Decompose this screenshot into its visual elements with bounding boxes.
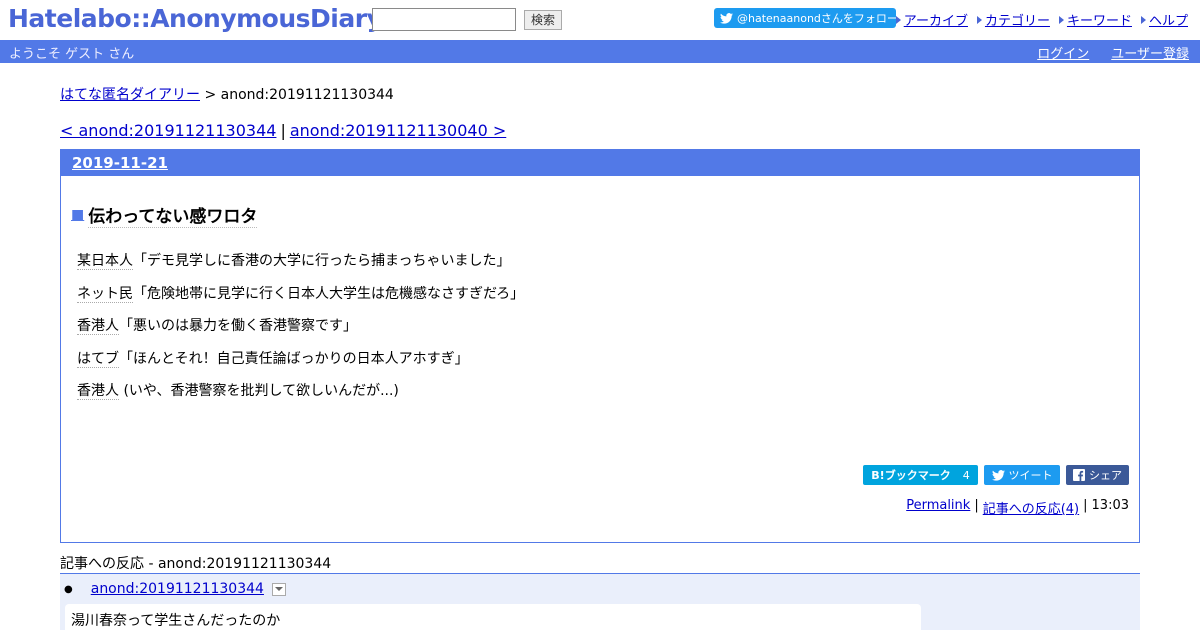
line-text: 「危険地帯に見学に行く日本人大学生は危機感なさすぎだろ」 (133, 285, 525, 302)
entry-body-line: はてブ「ほんとそれ！自己責任論ばっかりの日本人アホすぎ」 (77, 350, 524, 383)
next-entry-link[interactable]: anond:20191121130040 > (290, 121, 506, 140)
entry-marker-icon[interactable]: ■ (71, 207, 84, 223)
entry-title: ■ 伝わってない感ワロタ (71, 202, 258, 228)
follow-label: @hatenaanondさんをフォロー (737, 12, 898, 25)
reaction-link[interactable]: anond:20191121130344 (91, 581, 264, 597)
share-label: シェア (1089, 469, 1122, 482)
welcome-text: ようこそ ゲスト さん (9, 47, 135, 62)
prev-next-separator: | (280, 121, 286, 140)
nav-keyword-link[interactable]: キーワード (1067, 10, 1132, 29)
keyword-link[interactable]: 某日本人 (77, 253, 133, 270)
entry-body-line: 香港人 (いや、香港警察を批判して欲しいんだが...) (77, 382, 524, 415)
facebook-share-button[interactable]: シェア (1066, 465, 1129, 485)
site-header: Hatelabo::AnonymousDiary 検索 @hatenaanond… (0, 0, 1200, 40)
reaction-item-header: ● anond:20191121130344 (64, 581, 286, 597)
twitter-bird-icon (720, 12, 733, 24)
line-text: 「ほんとそれ！自己責任論ばっかりの日本人アホすぎ」 (119, 350, 469, 367)
search-button[interactable]: 検索 (524, 10, 562, 30)
search-input[interactable] (372, 8, 516, 31)
tweet-label: ツイート (1008, 469, 1053, 482)
hatena-bookmark-label: B!ブックマーク (871, 469, 951, 482)
site-logo[interactable]: Hatelabo::AnonymousDiary (8, 4, 383, 33)
footer-separator: | (1083, 498, 1088, 513)
reactions-list: ● anond:20191121130344 湯川春奈って学生さんだったのか (60, 573, 1140, 634)
nav-item-archive[interactable]: アーカイブ (895, 10, 968, 29)
day-date-link[interactable]: 2019-11-21 (72, 154, 168, 172)
twitter-bird-icon (991, 469, 1005, 481)
day-section: 2019-11-21 ■ 伝わってない感ワロタ 某日本人「デモ見学しに香港の大学… (60, 149, 1140, 543)
breadcrumb-home-link[interactable]: はてな匿名ダイアリー (60, 87, 200, 103)
keyword-link[interactable]: はてブ (77, 350, 119, 368)
day-header: 2019-11-21 (61, 150, 1139, 176)
arrow-right-icon (976, 15, 982, 24)
entry-title-text: 伝わってない感ワロタ (88, 202, 258, 228)
line-text: 「悪いのは暴力を働く香港警察です」 (119, 318, 357, 334)
nav-category-link[interactable]: カテゴリー (985, 10, 1050, 29)
facebook-icon (1073, 469, 1085, 481)
entry-footer: Permalink | 記事への反応(4) | 13:03 (906, 498, 1129, 517)
nav-help-link[interactable]: ヘルプ (1149, 10, 1188, 29)
nav-item-category[interactable]: カテゴリー (976, 10, 1050, 29)
breadcrumb-separator: > (204, 87, 217, 103)
reactions-link[interactable]: 記事への反応(4) (983, 498, 1079, 517)
entry-time: 13:03 (1091, 498, 1129, 513)
account-links: ログイン ユーザー登録 (1037, 43, 1189, 62)
register-link[interactable]: ユーザー登録 (1111, 43, 1189, 62)
hatena-bookmark-button[interactable]: B!ブックマーク 4 (863, 465, 978, 485)
welcome-bar: ようこそ ゲスト さん ログイン ユーザー登録 (0, 40, 1200, 63)
tweet-button[interactable]: ツイート (984, 465, 1060, 485)
nav-item-help[interactable]: ヘルプ (1140, 10, 1188, 29)
entry-body-line: 香港人「悪いのは暴力を働く香港警察です」 (77, 317, 524, 350)
share-bar: B!ブックマーク 4 ツイート シェア (863, 465, 1129, 485)
arrow-right-icon (895, 15, 901, 24)
arrow-right-icon (1058, 15, 1064, 24)
breadcrumb-current: anond:20191121130344 (220, 87, 394, 103)
keyword-link[interactable]: ネット民 (77, 285, 133, 303)
bullet-icon: ● (64, 583, 73, 595)
arrow-right-icon (1140, 15, 1146, 24)
reactions-title: 記事への反応 - anond:20191121130344 (60, 556, 332, 572)
breadcrumb: はてな匿名ダイアリー > anond:20191121130344 (60, 84, 394, 104)
top-navigation: アーカイブ カテゴリー キーワード ヘルプ (895, 10, 1188, 29)
entry-body: 某日本人「デモ見学しに香港の大学に行ったら捕まっちゃいました」 ネット民「危険地… (77, 252, 524, 415)
permalink-link[interactable]: Permalink (906, 498, 970, 517)
footer-separator: | (974, 498, 979, 513)
entry-body-line: ネット民「危険地帯に見学に行く日本人大学生は危機感なさすぎだろ」 (77, 285, 524, 318)
line-text: (いや、香港警察を批判して欲しいんだが...) (119, 383, 399, 399)
line-text: 「デモ見学しに香港の大学に行ったら捕まっちゃいました」 (133, 253, 511, 269)
entry-body-line: 某日本人「デモ見学しに香港の大学に行ったら捕まっちゃいました」 (77, 252, 524, 285)
keyword-link[interactable]: 香港人 (77, 383, 119, 400)
nav-archive-link[interactable]: アーカイブ (904, 10, 968, 29)
login-link[interactable]: ログイン (1037, 43, 1089, 62)
nav-item-keyword[interactable]: キーワード (1058, 10, 1132, 29)
prev-next-nav: < anond:20191121130344 | anond:20191121130… (60, 121, 506, 140)
keyword-link[interactable]: 香港人 (77, 318, 119, 335)
twitter-follow-button[interactable]: @hatenaanondさんをフォロー (714, 8, 898, 28)
bookmark-count: 4 (962, 468, 970, 482)
chevron-down-icon[interactable] (271, 582, 286, 596)
prev-entry-link[interactable]: < anond:20191121130344 (60, 121, 276, 140)
reaction-text: 湯川春奈って学生さんだったのか (71, 613, 281, 629)
